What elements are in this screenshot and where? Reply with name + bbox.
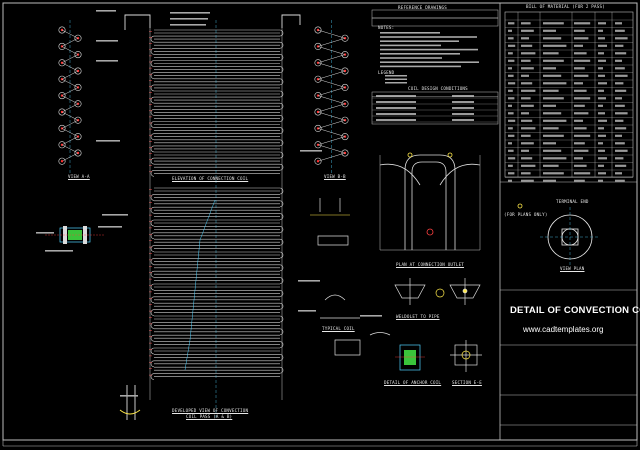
anchor-coil-label: DETAIL OF ANCHOR COIL <box>384 380 442 385</box>
notes-title: NOTES: <box>378 25 395 30</box>
website-url: www.cadtemplates.org <box>523 325 604 334</box>
flange-detail-left <box>45 226 105 244</box>
developed-view-label: DEVELOPED VIEW OF CONVECTION <box>172 408 249 413</box>
plan-outlet-label: PLAN AT CONNECTION OUTLET <box>396 262 465 267</box>
for-plans-label: (FOR PLANS ONLY) <box>504 212 548 217</box>
view-bb-label: VIEW B-B <box>324 174 346 179</box>
weldolet-label: WELDOLET TO PIPE <box>396 314 440 319</box>
view-plan-label: VIEW PLAN <box>560 266 585 271</box>
bill-of-material-table <box>504 11 634 182</box>
section-ee-label: SECTION E-E <box>452 380 482 385</box>
plan-connection-outlet <box>379 152 481 251</box>
drawing-canvas[interactable] <box>0 0 640 450</box>
coil-pass-label: COIL PASS (A & B) <box>186 414 233 419</box>
sheet-frame <box>2 2 638 447</box>
typical-coil-label: TYPICAL COIL <box>322 326 355 331</box>
drawing-title: DETAIL OF CONVECTION COIL <box>510 305 640 316</box>
view-aa-label: VIEW A-A <box>68 174 90 179</box>
terminal-end-label: TERMINAL END <box>556 199 589 204</box>
notes-text-lines <box>36 10 479 397</box>
legend-title: LEGEND <box>378 70 395 75</box>
bom-title: BILL OF MATERIAL (FOR 2 PASS) <box>526 4 605 9</box>
reference-drawings-title: REFERENCE DRAWINGS <box>398 5 447 10</box>
weldolet-details <box>394 278 481 305</box>
elevation-label: ELEVATION OF CONNECTION COIL <box>172 176 249 181</box>
cad-drawing-viewport[interactable]: DETAIL OF CONVECTION COIL www.cadtemplat… <box>0 0 640 450</box>
coil-design-title: COIL DESIGN CONDITIONS <box>408 86 468 91</box>
